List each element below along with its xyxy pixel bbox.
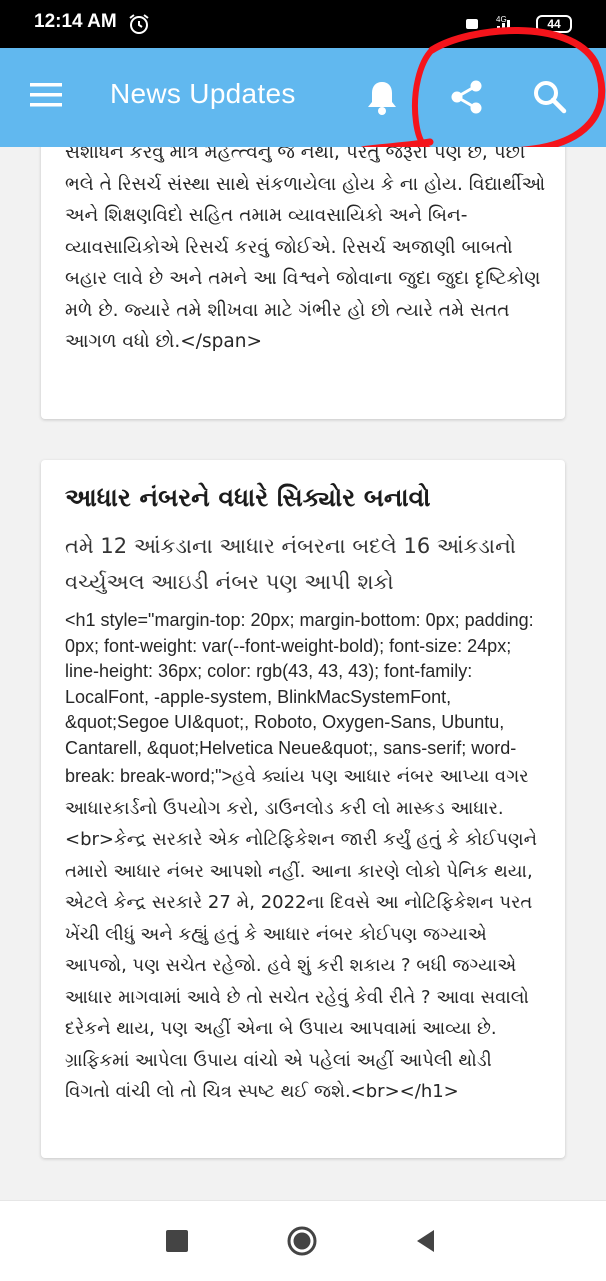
article-title: આધાર નંબરને વધારે સિક્યોર બનાવો [65,483,431,512]
article-body: હવે ક્યાંય પણ આધાર નંબર આપ્યા વગર આધારકા… [65,766,537,1102]
article-subtitle: તમે 12 આંકડાના આધાર નંબરના બદલે 16 આંકડા… [65,534,516,594]
battery-level: 44 [547,17,561,31]
network-type: 4G [496,15,507,24]
alarm-clock-icon [129,14,149,34]
search-icon[interactable] [530,78,570,118]
system-nav-bar [0,1200,606,1281]
back-icon[interactable] [414,1228,436,1254]
app-bar: News Updates [0,48,606,147]
menu-icon[interactable] [28,80,64,110]
article-body: સંશોધન કરવું માત્ર મહત્ત્વનું જ નથી, પરં… [65,147,546,352]
battery-icon: 44 [536,15,572,33]
app-title: News Updates [110,78,296,109]
status-bar: 12:14 AM 4G 44 [0,0,606,48]
news-card[interactable]: આધાર નંબરને વધારે સિક્યોર બનાવો તમે 12 આ… [41,460,565,1158]
article-html-prefix: <h1 style="margin-top: 20px; margin-bott… [65,610,534,786]
news-card[interactable]: … … … … … … … … … … … … સંશોધન કરવું માત… [41,147,565,419]
home-icon[interactable] [286,1225,318,1257]
news-feed[interactable]: … … … … … … … … … … … … સંશોધન કરવું માત… [0,147,606,1200]
recent-apps-icon[interactable] [166,1230,188,1252]
status-time: 12:14 AM [34,11,117,32]
signal-icon: 4G [466,15,510,34]
bell-icon[interactable] [364,78,400,116]
article-description: <h1 style="margin-top: 20px; margin-bott… [65,608,541,1108]
share-icon[interactable] [448,78,486,116]
